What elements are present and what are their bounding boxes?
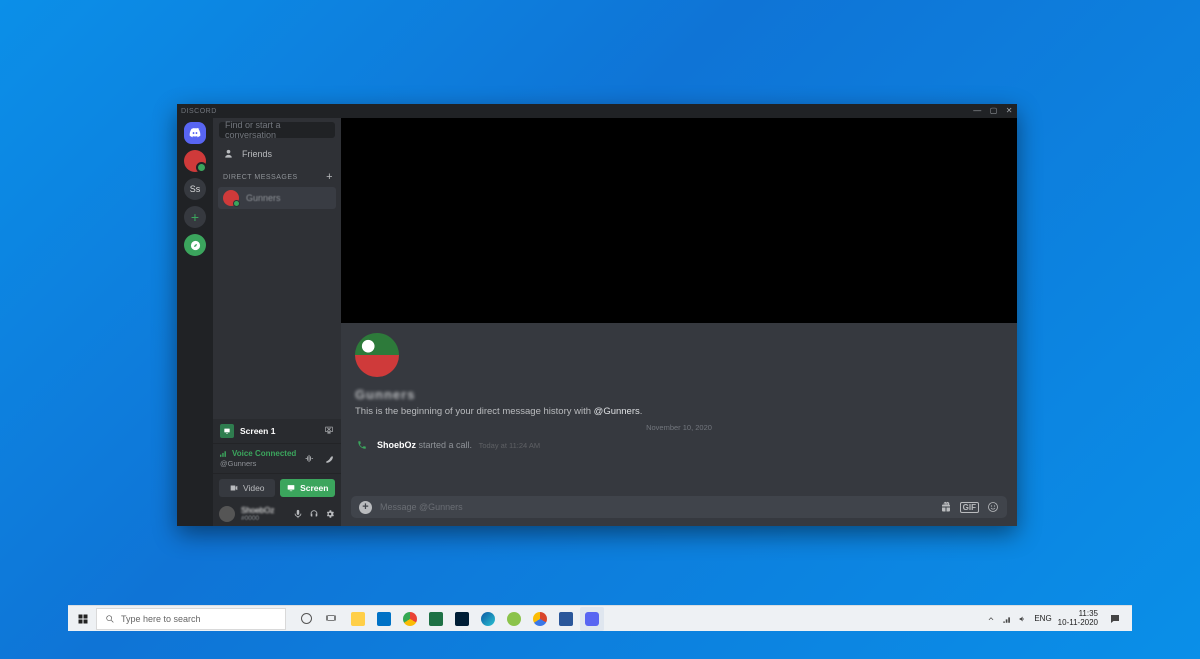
dm-avatar-icon xyxy=(223,190,239,206)
system-tray: ENG 11:35 10-11-2020 xyxy=(986,608,1130,630)
close-button[interactable]: ✕ xyxy=(1006,107,1013,115)
discord-logo-icon xyxy=(188,126,202,140)
friends-button[interactable]: Friends xyxy=(213,142,341,165)
minimize-button[interactable]: — xyxy=(973,107,982,115)
home-button[interactable] xyxy=(184,122,206,144)
word-icon[interactable] xyxy=(554,607,578,631)
call-icon xyxy=(355,438,369,452)
voice-status: Voice Connected @Gunners xyxy=(213,444,341,474)
mail-icon[interactable] xyxy=(372,607,396,631)
cortana-button[interactable] xyxy=(294,607,318,631)
dm-item-gunners[interactable]: Gunners xyxy=(218,187,336,209)
user-bar: ShoebOz #0000 xyxy=(213,502,341,526)
find-conversation-input[interactable]: Find or start a conversation xyxy=(219,122,335,138)
server-ss[interactable]: Ss xyxy=(184,178,206,200)
disconnect-button[interactable] xyxy=(323,453,334,464)
windows-taskbar: Type here to search ENG 11:35 10-11-2020 xyxy=(68,605,1132,631)
window-controls: — ▢ ✕ xyxy=(973,107,1013,115)
chrome-icon[interactable] xyxy=(398,607,422,631)
discord-window: DISCORD — ▢ ✕ Ss + Find or start a conve… xyxy=(177,104,1017,526)
emoji-button[interactable] xyxy=(987,501,999,513)
user-avatar-icon xyxy=(219,506,235,522)
volume-icon[interactable] xyxy=(1018,614,1028,624)
action-center-button[interactable] xyxy=(1104,608,1126,630)
windows-logo-icon xyxy=(77,613,89,625)
chat-area: Gunners This is the beginning of your di… xyxy=(341,323,1017,490)
server-dm-avatar[interactable] xyxy=(184,150,206,172)
create-dm-button[interactable]: + xyxy=(326,171,333,183)
stop-screenshare-button[interactable] xyxy=(324,425,334,437)
screenshare-thumb-icon xyxy=(220,424,234,438)
server-rail: Ss + xyxy=(177,118,213,526)
user-settings-button[interactable] xyxy=(325,509,335,519)
file-explorer-icon[interactable] xyxy=(346,607,370,631)
video-call-area[interactable] xyxy=(341,118,1017,323)
dm-panel: Find or start a conversation Friends DIR… xyxy=(213,118,341,526)
app-icon[interactable] xyxy=(502,607,526,631)
edge-icon[interactable] xyxy=(476,607,500,631)
direct-messages-header: DIRECT MESSAGES + xyxy=(213,165,341,185)
taskbar-search[interactable]: Type here to search xyxy=(96,608,286,630)
gift-icon[interactable] xyxy=(940,501,952,513)
excel-icon[interactable] xyxy=(424,607,448,631)
user-info[interactable]: ShoebOz #0000 xyxy=(219,506,274,522)
compass-icon xyxy=(190,240,201,251)
signal-icon xyxy=(220,450,229,457)
tray-chevron-icon[interactable] xyxy=(986,614,996,624)
discord-taskbar-icon[interactable] xyxy=(580,607,604,631)
video-button[interactable]: Video xyxy=(219,479,275,497)
start-button[interactable] xyxy=(70,606,96,632)
message-input[interactable]: + Message @Gunners GIF xyxy=(351,496,1007,518)
friends-icon xyxy=(223,148,234,159)
call-message: ShoebOz started a call. Today at 11:24 A… xyxy=(355,438,1003,452)
search-icon xyxy=(105,614,115,624)
network-icon[interactable] xyxy=(1002,614,1012,624)
mute-button[interactable] xyxy=(293,509,303,519)
recipient-avatar xyxy=(355,333,399,377)
language-indicator[interactable]: ENG xyxy=(1034,614,1051,623)
screen-button[interactable]: Screen xyxy=(280,479,336,497)
deafen-button[interactable] xyxy=(309,509,319,519)
task-view-button[interactable] xyxy=(320,607,344,631)
add-server-button[interactable]: + xyxy=(184,206,206,228)
photoshop-icon[interactable] xyxy=(450,607,474,631)
panel-bottom: Screen 1 Voice Connected @Gunners xyxy=(213,419,341,526)
taskbar-apps xyxy=(294,607,986,631)
welcome-message: This is the beginning of your direct mes… xyxy=(355,406,1003,417)
noise-suppression-icon[interactable] xyxy=(304,453,315,464)
voice-connected-label: Voice Connected xyxy=(220,449,296,458)
gif-button[interactable]: GIF xyxy=(960,502,979,513)
app-name: DISCORD xyxy=(181,108,217,115)
explore-servers-button[interactable] xyxy=(184,234,206,256)
main-chat: Gunners This is the beginning of your di… xyxy=(341,118,1017,526)
screenshare-status: Screen 1 xyxy=(213,419,341,444)
date-divider: November 10, 2020 xyxy=(355,423,1003,432)
app-icon-2[interactable] xyxy=(528,607,552,631)
maximize-button[interactable]: ▢ xyxy=(990,107,998,115)
call-buttons: Video Screen xyxy=(213,474,341,502)
attach-button[interactable]: + xyxy=(359,501,372,514)
taskbar-clock[interactable]: 11:35 10-11-2020 xyxy=(1058,610,1098,628)
window-titlebar: DISCORD — ▢ ✕ xyxy=(177,104,1017,118)
recipient-name: Gunners xyxy=(355,387,1003,402)
